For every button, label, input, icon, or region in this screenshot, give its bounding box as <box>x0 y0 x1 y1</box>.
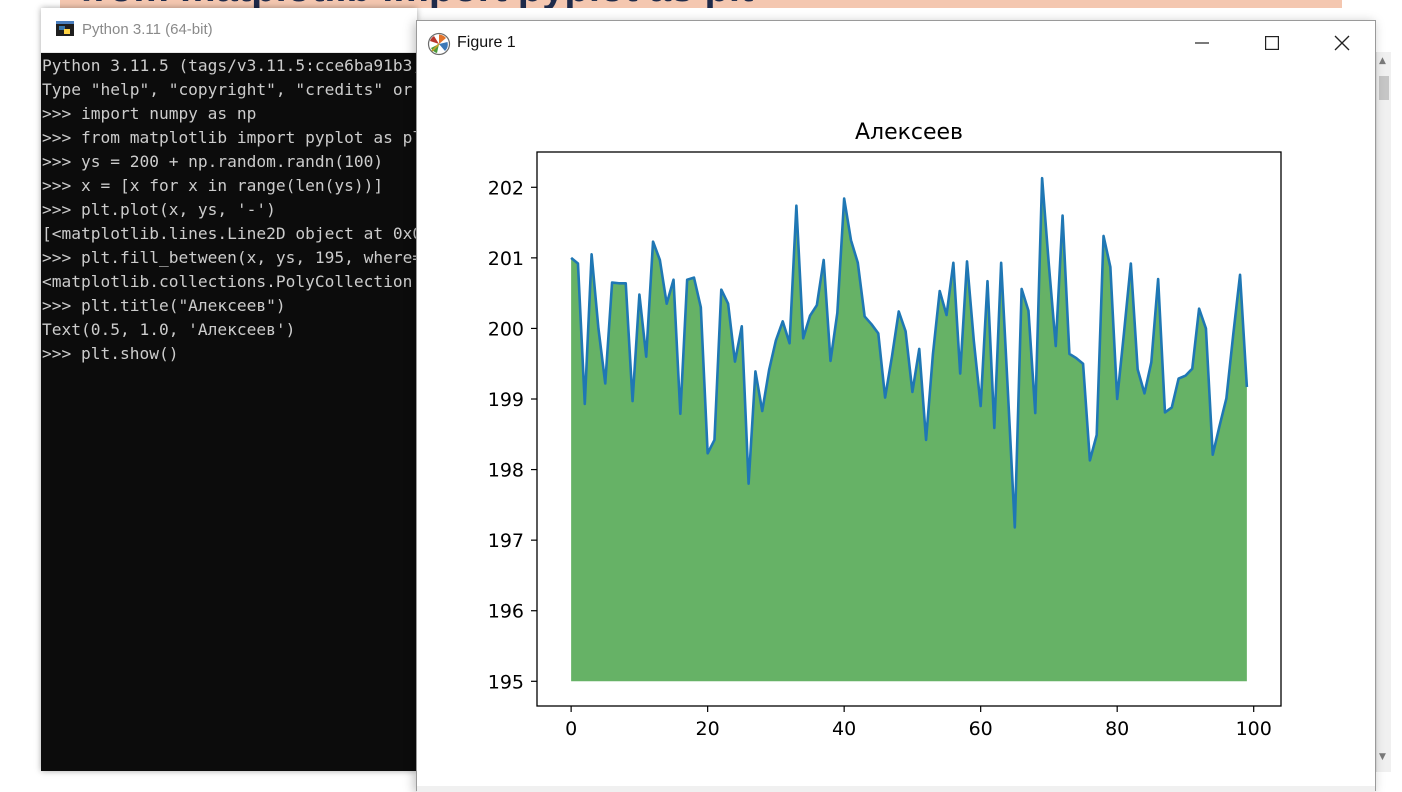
y-tick-label: 197 <box>488 530 524 552</box>
console-output[interactable]: Python 3.11.5 (tags/v3.11.5:cce6ba91b3, … <box>42 54 417 771</box>
console-line: >>> import numpy as np <box>42 104 257 123</box>
console-line: >>> plt.title("Алексеев") <box>42 296 286 315</box>
figure-canvas[interactable]: 0 20 40 60 80 100 195 196 197 198 199 200 201 202 Алек… <box>417 65 1375 786</box>
x-tick-label: 20 <box>696 718 720 740</box>
console-title: Python 3.11 (64-bit) <box>82 21 213 38</box>
scroll-down-arrow-icon[interactable]: ▼ <box>1379 752 1386 762</box>
figure-title: Figure 1 <box>457 34 516 51</box>
x-tick-label: 80 <box>1105 718 1129 740</box>
matplotlib-logo-icon <box>427 32 451 56</box>
fill-area <box>571 178 1247 682</box>
python-logo-icon <box>56 21 74 36</box>
maximize-button[interactable] <box>1237 21 1307 65</box>
y-tick-label: 196 <box>488 601 524 623</box>
background-document: from matplotlib import pyplot as plt <box>60 0 1342 8</box>
python-console-window[interactable]: Python 3.11 (64-bit) Python 3.11.5 (tags… <box>41 8 417 771</box>
console-line: Type "help", "copyright", "credits" or "… <box>42 80 413 99</box>
background-document-text: from matplotlib import pyplot as plt <box>80 0 753 8</box>
close-icon <box>1334 35 1350 51</box>
x-tick-label: 40 <box>832 718 856 740</box>
console-line: >>> plt.fill_between(x, ys, 195, where=(… <box>42 248 417 267</box>
figure-titlebar[interactable]: Figure 1 <box>417 21 1375 65</box>
y-tick-label: 200 <box>488 318 524 340</box>
y-tick-label: 201 <box>488 248 524 270</box>
console-line: >>> plt.show() <box>42 344 179 363</box>
console-line: >>> plt.plot(x, ys, '-') <box>42 200 276 219</box>
background-scrollbar[interactable]: ▲ ▼ <box>1376 52 1391 772</box>
y-tick-label: 199 <box>488 389 524 411</box>
x-tick-label: 100 <box>1236 718 1272 740</box>
console-line: Python 3.11.5 (tags/v3.11.5:cce6ba91b3, … <box>42 56 417 75</box>
y-tick-label: 195 <box>488 671 524 693</box>
y-tick-label: 202 <box>488 177 524 199</box>
minimize-icon <box>1195 42 1209 44</box>
console-line: <matplotlib.collections.PolyCollection o… <box>42 272 413 291</box>
minimize-button[interactable] <box>1167 21 1237 65</box>
maximize-icon <box>1265 36 1279 50</box>
chart-title: Алексеев <box>855 120 963 145</box>
console-line: Text(0.5, 1.0, 'Алексеев') <box>42 320 296 339</box>
scroll-up-arrow-icon[interactable]: ▲ <box>1379 56 1386 66</box>
console-titlebar[interactable]: Python 3.11 (64-bit) <box>41 8 417 53</box>
figure-window[interactable]: Figure 1 0 20 40 60 80 100 195 196 197 198 199 200 2… <box>416 20 1376 792</box>
close-button[interactable] <box>1307 21 1377 65</box>
console-line: [<matplotlib.lines.Line2D object at 0x00… <box>42 224 417 243</box>
console-line: >>> x = [x for x in range(len(ys))] <box>42 176 384 195</box>
y-tick-label: 198 <box>488 460 524 482</box>
x-tick-label: 0 <box>565 718 577 740</box>
console-line: >>> from matplotlib import pyplot as plt <box>42 128 417 147</box>
console-line: >>> ys = 200 + np.random.randn(100) <box>42 152 384 171</box>
figure-toolbar-edge <box>417 786 1375 792</box>
x-tick-label: 60 <box>969 718 993 740</box>
scrollbar-thumb[interactable] <box>1379 76 1389 100</box>
